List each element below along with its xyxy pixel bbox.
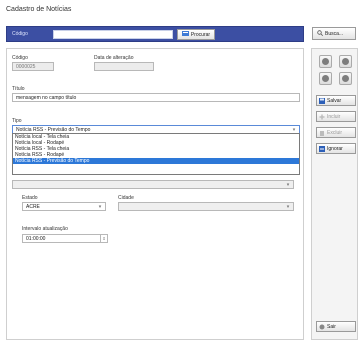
save-button-label: Salvar	[327, 97, 342, 104]
last-record-button[interactable]	[339, 72, 352, 85]
nav-first-icon	[322, 58, 329, 65]
code-search-input[interactable]	[53, 30, 173, 39]
intervalo-value: 01:00:00	[26, 235, 46, 242]
nav-last-icon	[342, 75, 349, 82]
tipo-label: Tipo	[12, 118, 22, 124]
previous-record-button[interactable]	[339, 55, 352, 68]
delete-icon	[319, 130, 325, 136]
browse-button-label: Busca...	[325, 30, 344, 37]
exit-button[interactable]: Sair	[316, 321, 356, 332]
intervalo-label: Intervalo atualização	[22, 226, 68, 232]
titulo-label: Título	[12, 86, 25, 92]
undo-icon	[319, 145, 325, 152]
delete-button-label: Excluir	[327, 129, 343, 136]
next-record-button[interactable]	[319, 72, 332, 85]
exit-icon	[319, 324, 325, 330]
search-button[interactable]: Procurar	[177, 29, 215, 40]
search-icon	[181, 31, 189, 38]
estado-select[interactable]: ACRE ▾	[22, 202, 106, 211]
cidade-label: Cidade	[118, 195, 134, 201]
nav-previous-icon	[342, 58, 349, 65]
search-button-label: Procurar	[190, 31, 211, 38]
browse-button[interactable]: Busca...	[312, 27, 356, 40]
intervalo-input[interactable]: 01:00:00 ⇕	[22, 234, 108, 243]
floppy-disk-icon	[319, 97, 325, 104]
delete-button[interactable]: Excluir	[316, 127, 356, 138]
chevron-down-icon: ▾	[286, 203, 290, 210]
form-panel	[6, 48, 304, 340]
estado-selected-value: ACRE	[26, 203, 40, 210]
add-button-label: Incluir	[327, 113, 341, 120]
codigo-label: Código	[12, 55, 28, 61]
chevron-down-icon: ▾	[98, 203, 102, 210]
titulo-input[interactable]: mensagem no campo título	[12, 93, 300, 102]
code-search-label: Código	[12, 31, 28, 37]
actions-panel	[311, 48, 358, 340]
exit-button-label: Sair	[327, 323, 336, 330]
cidade-select[interactable]: ▾	[118, 202, 294, 211]
plus-icon	[319, 114, 325, 120]
codigo-field: 0000025	[12, 62, 54, 71]
spinner-arrows-icon[interactable]: ⇕	[100, 235, 107, 242]
tipo-option-highlighted[interactable]: Notícia RSS - Previsão do Tempo	[13, 158, 299, 164]
chevron-down-icon: ▾	[292, 126, 296, 133]
data-alteracao-label: Data de alteração	[94, 55, 134, 61]
data-alteracao-field	[94, 62, 154, 71]
nav-next-icon	[322, 75, 329, 82]
add-button[interactable]: Incluir	[316, 111, 356, 122]
tipo-selected-value: Notícia RSS - Previsão do Tempo	[16, 126, 91, 133]
magnifier-icon	[317, 29, 323, 38]
ignore-button[interactable]: Ignorar	[316, 143, 356, 154]
chevron-down-icon: ▾	[286, 181, 290, 188]
search-bar: Código Procurar	[6, 26, 304, 42]
fonte-select[interactable]: ▾	[12, 180, 294, 189]
tipo-dropdown-list: Notícia local - Tela cheia Notícia local…	[12, 133, 300, 175]
window-title: Cadastro de Notícias	[6, 6, 72, 13]
save-button[interactable]: Salvar	[316, 95, 356, 106]
estado-label: Estado	[22, 195, 38, 201]
ignore-button-label: Ignorar	[327, 145, 343, 152]
first-record-button[interactable]	[319, 55, 332, 68]
